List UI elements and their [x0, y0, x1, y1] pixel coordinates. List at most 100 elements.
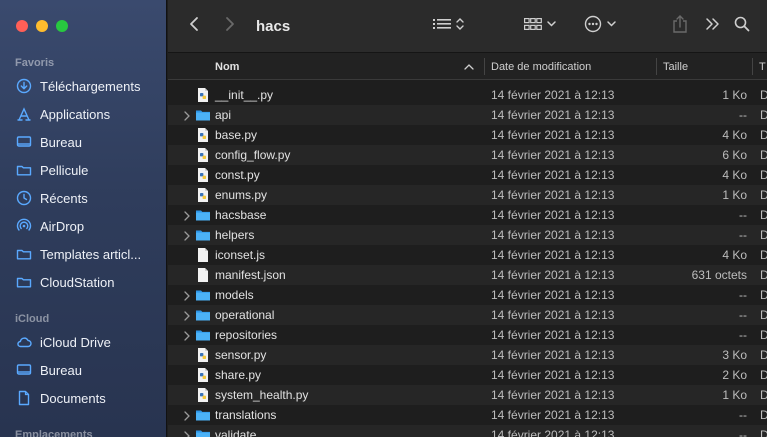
file-size: --	[739, 208, 747, 222]
overflow-button[interactable]	[705, 0, 721, 53]
table-row[interactable]: const.py 14 février 2021 à 12:13 4 Ko D	[168, 165, 767, 185]
table-row[interactable]: validate 14 février 2021 à 12:13 -- D	[168, 425, 767, 437]
file-date: 14 février 2021 à 12:13	[491, 168, 615, 182]
sidebar-item-desktop[interactable]: Bureau	[0, 128, 166, 156]
sidebar-item-documents[interactable]: Documents	[0, 384, 166, 412]
table-row[interactable]: hacsbase 14 février 2021 à 12:13 -- D	[168, 205, 767, 225]
disclosure-triangle-icon[interactable]	[184, 310, 190, 324]
file-kind: D	[760, 128, 767, 142]
file-size: --	[739, 108, 747, 122]
file-size: 4 Ko	[722, 168, 747, 182]
file-date: 14 février 2021 à 12:13	[491, 268, 615, 282]
table-row[interactable]: iconset.js 14 février 2021 à 12:13 4 Ko D	[168, 245, 767, 265]
document-icon	[16, 390, 32, 406]
file-kind: D	[760, 88, 767, 102]
column-size[interactable]: Taille	[663, 53, 688, 80]
table-row[interactable]: api 14 février 2021 à 12:13 -- D	[168, 105, 767, 125]
disclosure-triangle-icon[interactable]	[184, 230, 190, 244]
zoom-button[interactable]	[56, 20, 68, 32]
table-row[interactable]: enums.py 14 février 2021 à 12:13 1 Ko D	[168, 185, 767, 205]
sidebar-item-templates[interactable]: Templates articl...	[0, 240, 166, 268]
sidebar-item-label: iCloud Drive	[40, 334, 111, 350]
disclosure-triangle-icon[interactable]	[184, 330, 190, 344]
file-date: 14 février 2021 à 12:13	[491, 328, 615, 342]
file-date: 14 février 2021 à 12:13	[491, 208, 615, 222]
table-row[interactable]: manifest.json 14 février 2021 à 12:13 631 …	[168, 265, 767, 285]
python-file-icon	[195, 187, 211, 203]
desktop-icon	[16, 134, 32, 150]
folder-icon	[195, 407, 211, 423]
disclosure-triangle-icon[interactable]	[184, 210, 190, 224]
download-icon	[16, 78, 32, 94]
file-name: const.py	[215, 168, 260, 182]
share-button[interactable]	[672, 0, 688, 53]
file-kind: D	[760, 428, 767, 437]
file-kind: D	[760, 388, 767, 402]
table-row[interactable]: sensor.py 14 février 2021 à 12:13 3 Ko D	[168, 345, 767, 365]
table-row[interactable]: operational 14 février 2021 à 12:13 -- D	[168, 305, 767, 325]
column-divider[interactable]	[656, 58, 657, 75]
table-row[interactable]: system_health.py 14 février 2021 à 12:13 1…	[168, 385, 767, 405]
group-button[interactable]	[524, 0, 560, 53]
table-row[interactable]: translations 14 février 2021 à 12:13 -- D	[168, 405, 767, 425]
file-list: __init__.py 14 février 2021 à 12:13 1 Ko Da…	[168, 85, 767, 437]
action-button[interactable]	[584, 0, 620, 53]
sidebar-item-pellicule[interactable]: Pellicule	[0, 156, 166, 184]
disclosure-triangle-icon[interactable]	[184, 110, 190, 124]
clock-icon	[16, 190, 32, 206]
file-date: 14 février 2021 à 12:13	[491, 368, 615, 382]
sidebar-item-cloudstation[interactable]: CloudStation	[0, 268, 166, 296]
table-row[interactable]: base.py 14 février 2021 à 12:13 4 Ko D	[168, 125, 767, 145]
sidebar-item-downloads[interactable]: Téléchargements	[0, 72, 166, 100]
sort-ascending-icon[interactable]	[464, 53, 474, 80]
toolbar: hacs	[168, 0, 767, 53]
forward-button[interactable]	[224, 0, 236, 53]
table-row[interactable]: repositories 14 février 2021 à 12:13 -- D	[168, 325, 767, 345]
table-row[interactable]: share.py 14 février 2021 à 12:13 2 Ko D	[168, 365, 767, 385]
column-divider[interactable]	[752, 58, 753, 75]
file-size: 4 Ko	[722, 128, 747, 142]
file-size: 3 Ko	[722, 348, 747, 362]
sidebar-item-label: Bureau	[40, 362, 82, 378]
table-row[interactable]: config_flow.py 14 février 2021 à 12:13 6 K…	[168, 145, 767, 165]
disclosure-triangle-icon[interactable]	[184, 290, 190, 304]
sidebar-item-recents[interactable]: Récents	[0, 184, 166, 212]
python-file-icon	[195, 147, 211, 163]
file-kind: D	[760, 108, 767, 122]
folder-icon	[195, 427, 211, 437]
search-icon	[734, 16, 750, 37]
file-size: 1 Ko	[722, 188, 747, 202]
back-button[interactable]	[188, 0, 200, 53]
search-button[interactable]	[734, 0, 750, 53]
column-date[interactable]: Date de modification	[491, 53, 591, 80]
table-row[interactable]: models 14 février 2021 à 12:13 -- D	[168, 285, 767, 305]
cloud-icon	[16, 334, 32, 350]
python-file-icon	[195, 127, 211, 143]
chevron-left-icon	[188, 16, 200, 37]
disclosure-triangle-icon[interactable]	[184, 430, 190, 437]
table-row[interactable]: helpers 14 février 2021 à 12:13 -- D	[168, 225, 767, 245]
column-kind[interactable]: T	[759, 53, 766, 80]
minimize-button[interactable]	[36, 20, 48, 32]
file-name: repositories	[215, 328, 278, 342]
applications-icon	[16, 106, 32, 122]
column-name[interactable]: Nom	[215, 53, 239, 80]
file-kind: D	[760, 368, 767, 382]
file-date: 14 février 2021 à 12:13	[491, 228, 615, 242]
file-name: config_flow.py	[215, 148, 291, 162]
sidebar-item-airdrop[interactable]: AirDrop	[0, 212, 166, 240]
sidebar-item-icloud-drive[interactable]: iCloud Drive	[0, 328, 166, 356]
sidebar-item-applications[interactable]: Applications	[0, 100, 166, 128]
file-kind: D	[760, 168, 767, 182]
folder-icon	[16, 162, 32, 178]
file-kind: D	[760, 408, 767, 422]
file-date: 14 février 2021 à 12:13	[491, 108, 615, 122]
overflow-icon	[705, 16, 721, 37]
file-name: validate	[215, 428, 257, 437]
close-button[interactable]	[16, 20, 28, 32]
column-divider[interactable]	[484, 58, 485, 75]
view-options-button[interactable]	[433, 0, 469, 53]
sidebar-item-icloud-desktop[interactable]: Bureau	[0, 356, 166, 384]
table-row[interactable]: __init__.py 14 février 2021 à 12:13 1 Ko D	[168, 85, 767, 105]
disclosure-triangle-icon[interactable]	[184, 410, 190, 424]
